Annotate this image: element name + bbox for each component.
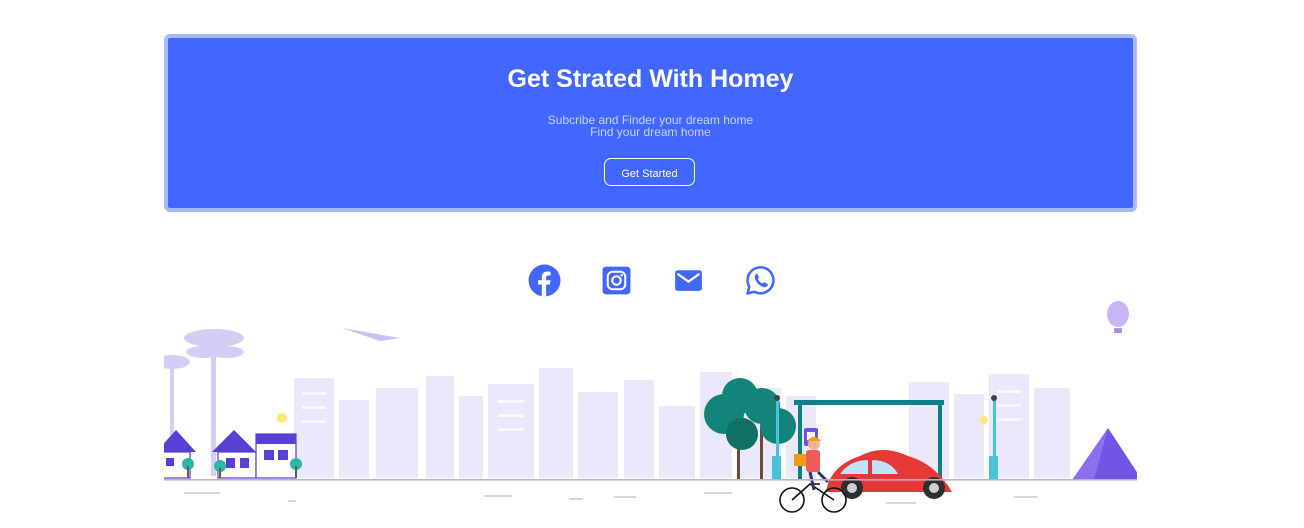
facebook-link[interactable] xyxy=(528,264,561,297)
instagram-link[interactable] xyxy=(600,264,633,297)
cta-banner: Get Strated With Homey Subcribe and Find… xyxy=(164,34,1137,212)
instagram-icon xyxy=(602,266,631,295)
whatsapp-link[interactable] xyxy=(744,264,777,297)
email-link[interactable] xyxy=(672,264,705,297)
social-links xyxy=(528,264,777,297)
facebook-icon xyxy=(528,264,561,297)
cta-title: Get Strated With Homey xyxy=(507,65,794,93)
cta-subtitle-line2: Find your dream home xyxy=(590,125,711,139)
city-scene-svg xyxy=(164,301,1137,513)
email-icon xyxy=(675,270,702,291)
get-started-button[interactable]: Get Started xyxy=(604,158,695,186)
hot-air-balloon xyxy=(1107,301,1129,333)
whatsapp-icon xyxy=(746,266,775,295)
city-illustration xyxy=(164,296,1137,528)
cta-subtitle: Subcribe and Finder your dream home Find… xyxy=(168,114,1133,138)
